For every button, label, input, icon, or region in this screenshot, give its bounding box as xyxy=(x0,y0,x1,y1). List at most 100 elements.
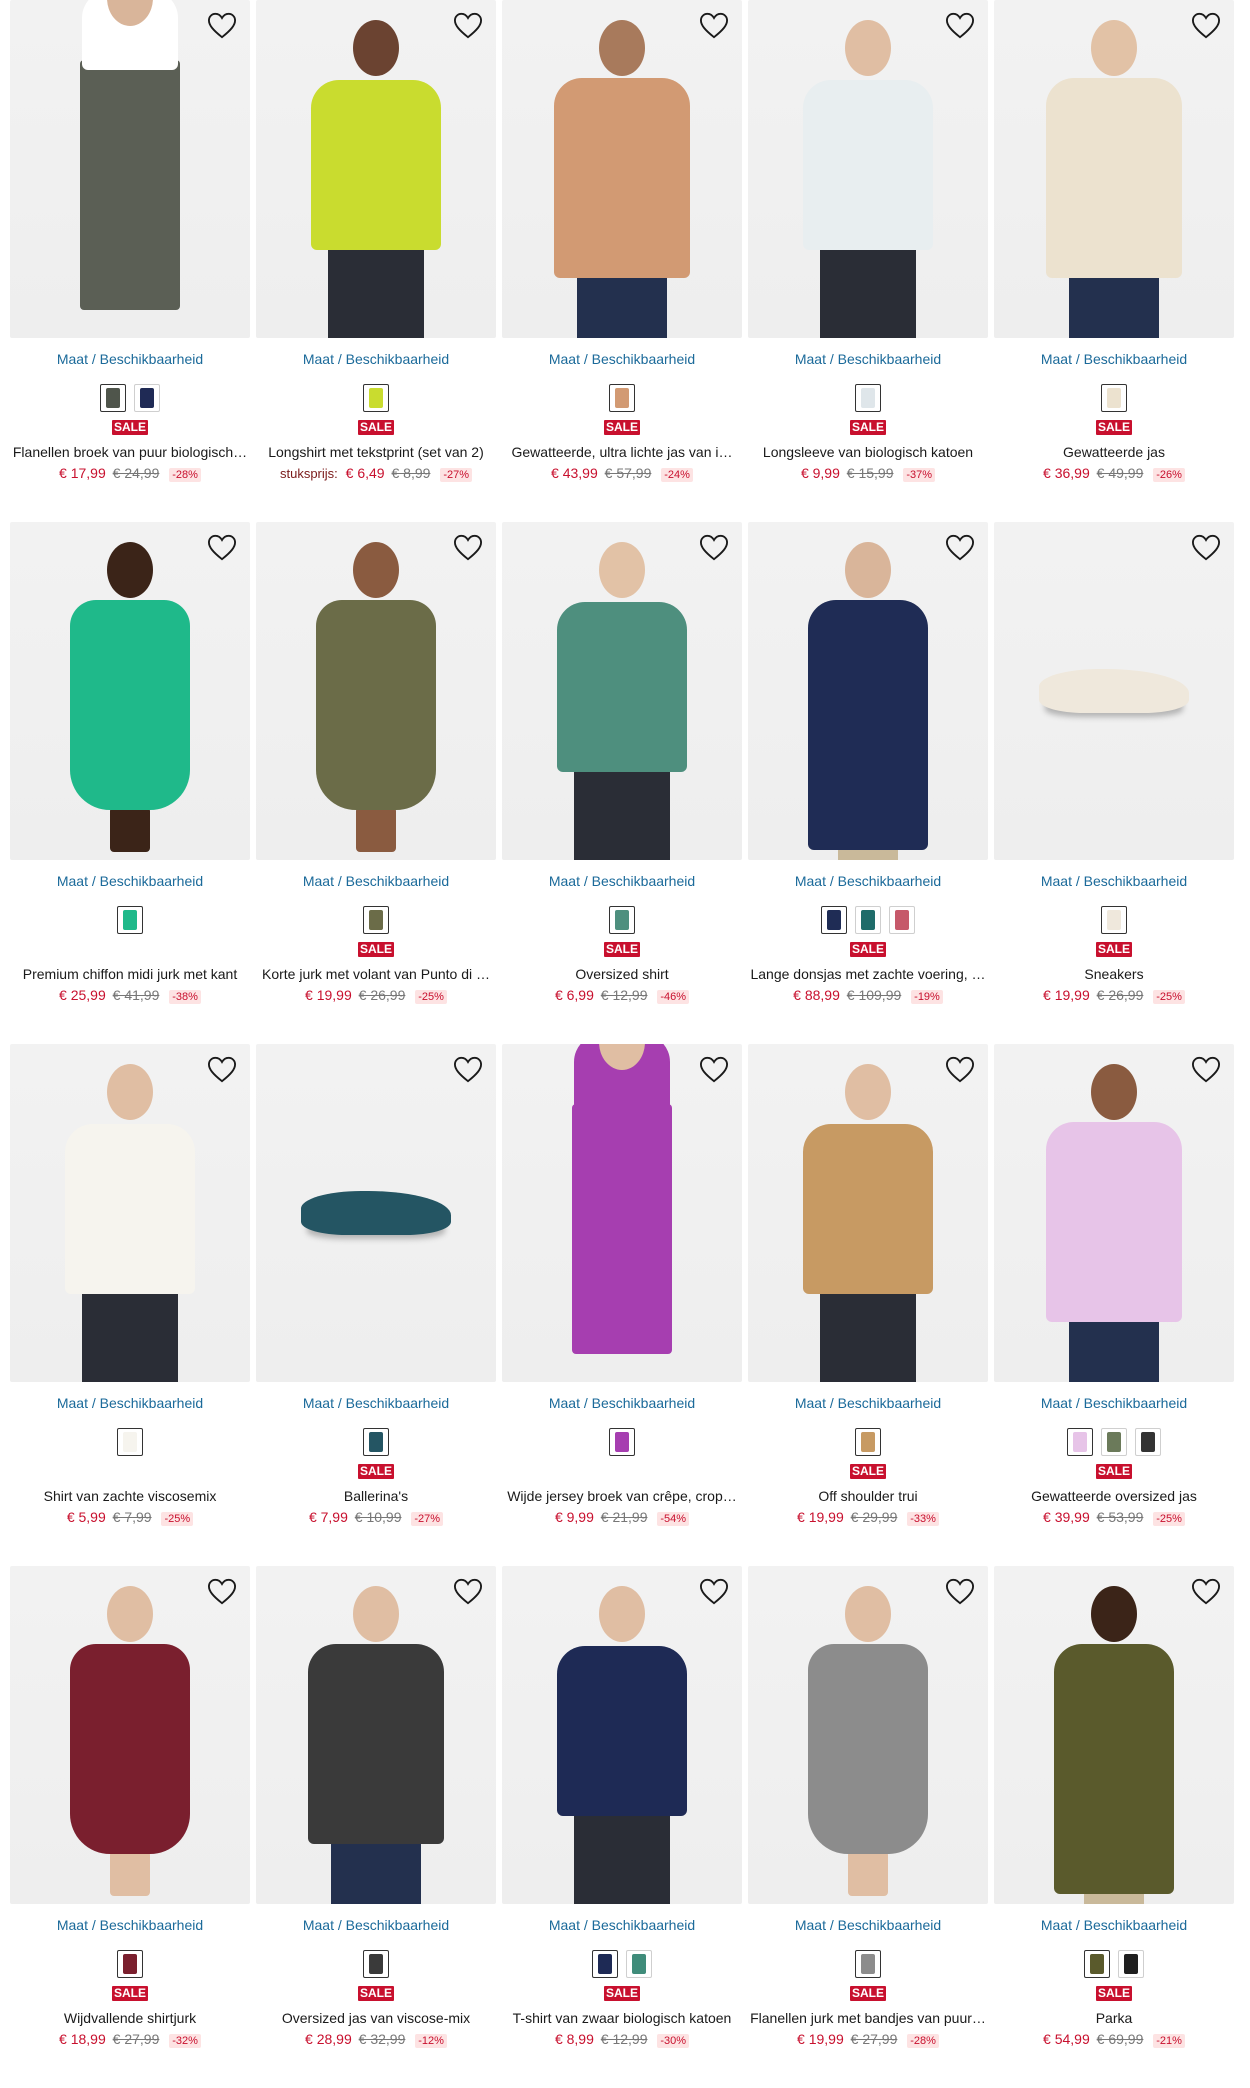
product-name[interactable]: Gewatteerde, ultra lichte jas van i… xyxy=(502,443,742,461)
product-image[interactable] xyxy=(502,1566,742,1904)
product-image[interactable] xyxy=(748,522,988,860)
product-name[interactable]: Premium chiffon midi jurk met kant xyxy=(10,965,250,983)
product-name[interactable]: T-shirt van zwaar biologisch katoen xyxy=(502,2009,742,2027)
product-card[interactable]: Maat / Beschikbaarheid SALE Wijdvallende… xyxy=(10,1566,250,2088)
product-card[interactable]: Maat / Beschikbaarheid SALE Lange donsja… xyxy=(748,522,988,1044)
wishlist-heart-icon[interactable] xyxy=(944,1054,976,1086)
color-swatch[interactable] xyxy=(1101,906,1127,934)
product-card[interactable]: Maat / Beschikbaarheid SALE Longshirt me… xyxy=(256,0,496,522)
color-swatch[interactable] xyxy=(1101,384,1127,412)
product-name[interactable]: Oversized shirt xyxy=(502,965,742,983)
color-swatch[interactable] xyxy=(117,1428,143,1456)
wishlist-heart-icon[interactable] xyxy=(452,532,484,564)
size-availability-link[interactable]: Maat / Beschikbaarheid xyxy=(256,350,496,368)
product-card[interactable]: Maat / Beschikbaarheid SALE Flanellen br… xyxy=(10,0,250,522)
color-swatch[interactable] xyxy=(1118,1950,1144,1978)
wishlist-heart-icon[interactable] xyxy=(944,1576,976,1608)
product-image[interactable] xyxy=(502,1044,742,1382)
product-name[interactable]: Wijdvallende shirtjurk xyxy=(10,2009,250,2027)
product-image[interactable] xyxy=(994,522,1234,860)
product-image[interactable] xyxy=(10,0,250,338)
wishlist-heart-icon[interactable] xyxy=(452,10,484,42)
color-swatch[interactable] xyxy=(1135,1428,1161,1456)
size-availability-link[interactable]: Maat / Beschikbaarheid xyxy=(10,1916,250,1934)
wishlist-heart-icon[interactable] xyxy=(1190,532,1222,564)
product-name[interactable]: Longshirt met tekstprint (set van 2) xyxy=(256,443,496,461)
size-availability-link[interactable]: Maat / Beschikbaarheid xyxy=(502,872,742,890)
product-name[interactable]: Off shoulder trui xyxy=(748,1487,988,1505)
size-availability-link[interactable]: Maat / Beschikbaarheid xyxy=(748,350,988,368)
product-card[interactable]: Maat / Beschikbaarheid SALE Wijde jersey… xyxy=(502,1044,742,1566)
product-name[interactable]: Shirt van zachte viscosemix xyxy=(10,1487,250,1505)
color-swatch[interactable] xyxy=(855,1950,881,1978)
product-card[interactable]: Maat / Beschikbaarheid SALE Shirt van za… xyxy=(10,1044,250,1566)
product-name[interactable]: Gewatteerde jas xyxy=(994,443,1234,461)
product-card[interactable]: Maat / Beschikbaarheid SALE Ballerina's … xyxy=(256,1044,496,1566)
product-image[interactable] xyxy=(994,1566,1234,1904)
product-image[interactable] xyxy=(256,522,496,860)
product-image[interactable] xyxy=(256,0,496,338)
color-swatch[interactable] xyxy=(821,906,847,934)
product-image[interactable] xyxy=(10,522,250,860)
color-swatch[interactable] xyxy=(889,906,915,934)
wishlist-heart-icon[interactable] xyxy=(1190,1576,1222,1608)
product-card[interactable]: Maat / Beschikbaarheid SALE Flanellen ju… xyxy=(748,1566,988,2088)
color-swatch[interactable] xyxy=(609,384,635,412)
product-image[interactable] xyxy=(10,1044,250,1382)
size-availability-link[interactable]: Maat / Beschikbaarheid xyxy=(994,350,1234,368)
product-card[interactable]: Maat / Beschikbaarheid SALE Sneakers € 1… xyxy=(994,522,1234,1044)
wishlist-heart-icon[interactable] xyxy=(698,532,730,564)
product-card[interactable]: Maat / Beschikbaarheid SALE Parka € 54,9… xyxy=(994,1566,1234,2088)
product-card[interactable]: Maat / Beschikbaarheid SALE Oversized ja… xyxy=(256,1566,496,2088)
color-swatch[interactable] xyxy=(1067,1428,1093,1456)
wishlist-heart-icon[interactable] xyxy=(1190,10,1222,42)
wishlist-heart-icon[interactable] xyxy=(1190,1054,1222,1086)
product-image[interactable] xyxy=(748,0,988,338)
wishlist-heart-icon[interactable] xyxy=(206,1576,238,1608)
product-card[interactable]: Maat / Beschikbaarheid SALE Longsleeve v… xyxy=(748,0,988,522)
color-swatch[interactable] xyxy=(855,906,881,934)
product-name[interactable]: Flanellen broek van puur biologisch… xyxy=(10,443,250,461)
size-availability-link[interactable]: Maat / Beschikbaarheid xyxy=(994,872,1234,890)
wishlist-heart-icon[interactable] xyxy=(698,10,730,42)
wishlist-heart-icon[interactable] xyxy=(452,1576,484,1608)
size-availability-link[interactable]: Maat / Beschikbaarheid xyxy=(10,1394,250,1412)
product-image[interactable] xyxy=(748,1044,988,1382)
color-swatch[interactable] xyxy=(1084,1950,1110,1978)
wishlist-heart-icon[interactable] xyxy=(944,532,976,564)
size-availability-link[interactable]: Maat / Beschikbaarheid xyxy=(256,1394,496,1412)
product-card[interactable]: Maat / Beschikbaarheid SALE Off shoulder… xyxy=(748,1044,988,1566)
product-card[interactable]: Maat / Beschikbaarheid SALE Premium chif… xyxy=(10,522,250,1044)
product-card[interactable]: Maat / Beschikbaarheid SALE Gewatteerde … xyxy=(994,0,1234,522)
wishlist-heart-icon[interactable] xyxy=(698,1054,730,1086)
color-swatch[interactable] xyxy=(134,384,160,412)
color-swatch[interactable] xyxy=(592,1950,618,1978)
product-image[interactable] xyxy=(256,1566,496,1904)
product-name[interactable]: Sneakers xyxy=(994,965,1234,983)
color-swatch[interactable] xyxy=(363,1950,389,1978)
product-image[interactable] xyxy=(10,1566,250,1904)
size-availability-link[interactable]: Maat / Beschikbaarheid xyxy=(502,1394,742,1412)
color-swatch[interactable] xyxy=(855,1428,881,1456)
color-swatch[interactable] xyxy=(117,1950,143,1978)
size-availability-link[interactable]: Maat / Beschikbaarheid xyxy=(994,1394,1234,1412)
wishlist-heart-icon[interactable] xyxy=(206,1054,238,1086)
size-availability-link[interactable]: Maat / Beschikbaarheid xyxy=(10,350,250,368)
color-swatch[interactable] xyxy=(363,384,389,412)
product-name[interactable]: Korte jurk met volant van Punto di … xyxy=(256,965,496,983)
product-card[interactable]: Maat / Beschikbaarheid SALE Korte jurk m… xyxy=(256,522,496,1044)
product-card[interactable]: Maat / Beschikbaarheid SALE Oversized sh… xyxy=(502,522,742,1044)
wishlist-heart-icon[interactable] xyxy=(698,1576,730,1608)
product-image[interactable] xyxy=(502,0,742,338)
product-card[interactable]: Maat / Beschikbaarheid SALE T-shirt van … xyxy=(502,1566,742,2088)
size-availability-link[interactable]: Maat / Beschikbaarheid xyxy=(10,872,250,890)
color-swatch[interactable] xyxy=(117,906,143,934)
color-swatch[interactable] xyxy=(363,1428,389,1456)
wishlist-heart-icon[interactable] xyxy=(206,532,238,564)
size-availability-link[interactable]: Maat / Beschikbaarheid xyxy=(256,1916,496,1934)
product-card[interactable]: Maat / Beschikbaarheid SALE Gewatteerde,… xyxy=(502,0,742,522)
color-swatch[interactable] xyxy=(609,1428,635,1456)
size-availability-link[interactable]: Maat / Beschikbaarheid xyxy=(748,1916,988,1934)
size-availability-link[interactable]: Maat / Beschikbaarheid xyxy=(502,1916,742,1934)
product-image[interactable] xyxy=(748,1566,988,1904)
